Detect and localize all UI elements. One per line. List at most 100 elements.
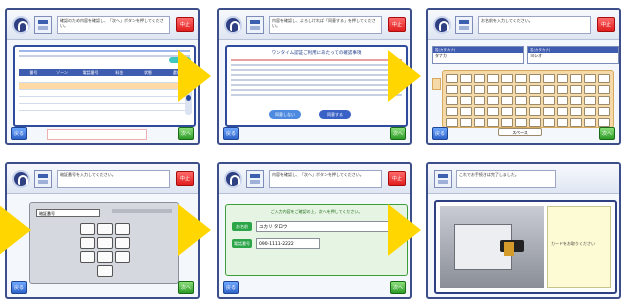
- key[interactable]: [487, 96, 500, 105]
- key[interactable]: [487, 74, 500, 83]
- key[interactable]: [542, 118, 555, 127]
- key[interactable]: [598, 118, 610, 127]
- first-name-field[interactable]: 名(カタカナ) ヨシオ: [527, 46, 619, 64]
- key[interactable]: [487, 107, 500, 116]
- key[interactable]: [584, 107, 597, 116]
- key-4[interactable]: [80, 237, 96, 249]
- key[interactable]: [515, 74, 527, 83]
- key[interactable]: [570, 85, 583, 94]
- key[interactable]: [584, 118, 597, 127]
- key[interactable]: [542, 107, 555, 116]
- key[interactable]: [528, 96, 541, 105]
- agree-button[interactable]: 同意する: [319, 110, 351, 119]
- key[interactable]: [528, 118, 541, 127]
- key[interactable]: [501, 74, 514, 83]
- back-button[interactable]: 戻る: [11, 281, 27, 294]
- cancel-button[interactable]: 中止: [388, 171, 406, 186]
- key[interactable]: [473, 118, 486, 127]
- key[interactable]: [446, 107, 458, 116]
- key[interactable]: [584, 74, 597, 83]
- data-table: 番号 ゾーン 電話番号 料金 状態 選択: [19, 69, 191, 115]
- key[interactable]: [556, 74, 569, 83]
- table-row[interactable]: [19, 76, 191, 83]
- key[interactable]: [598, 107, 610, 116]
- key[interactable]: [446, 118, 458, 127]
- key[interactable]: [542, 96, 555, 105]
- table-row[interactable]: [19, 83, 191, 90]
- key[interactable]: [459, 118, 472, 127]
- back-button[interactable]: 戻る: [223, 281, 239, 294]
- key-0[interactable]: [97, 265, 113, 277]
- next-button[interactable]: 次へ: [390, 127, 406, 140]
- instruction-note: カードをお取りください: [547, 206, 611, 288]
- key[interactable]: [459, 85, 472, 94]
- key[interactable]: [598, 74, 610, 83]
- key[interactable]: [570, 118, 583, 127]
- key[interactable]: [473, 107, 486, 116]
- key[interactable]: [473, 74, 486, 83]
- keyboard-tab[interactable]: [432, 78, 441, 90]
- next-button[interactable]: 次へ: [178, 281, 194, 294]
- key[interactable]: [446, 74, 458, 83]
- cancel-button[interactable]: 中止: [597, 17, 615, 32]
- key-1[interactable]: [80, 223, 96, 235]
- disagree-button[interactable]: 同意しない: [269, 110, 301, 119]
- key[interactable]: [515, 107, 527, 116]
- key[interactable]: [515, 96, 527, 105]
- key[interactable]: [556, 118, 569, 127]
- key[interactable]: [556, 85, 569, 94]
- key[interactable]: [473, 85, 486, 94]
- key[interactable]: [584, 96, 597, 105]
- table-row[interactable]: [19, 90, 191, 97]
- key[interactable]: [542, 85, 555, 94]
- header-text: これでお手続きは完了しました。: [456, 170, 556, 188]
- key-7[interactable]: [80, 251, 96, 263]
- key[interactable]: [556, 96, 569, 105]
- key-5[interactable]: [97, 237, 113, 249]
- key-9[interactable]: [114, 251, 130, 263]
- next-button[interactable]: 次へ: [390, 281, 406, 294]
- key-3[interactable]: [114, 223, 130, 235]
- key[interactable]: [459, 74, 472, 83]
- key[interactable]: [473, 96, 486, 105]
- key-2[interactable]: [97, 223, 113, 235]
- key[interactable]: [501, 85, 514, 94]
- back-button[interactable]: 戻る: [11, 127, 27, 140]
- key[interactable]: [459, 96, 472, 105]
- key[interactable]: [459, 107, 472, 116]
- pin-field[interactable]: 暗証番号: [36, 209, 100, 217]
- key[interactable]: [584, 85, 597, 94]
- key[interactable]: [598, 96, 610, 105]
- cancel-button[interactable]: 中止: [176, 171, 194, 186]
- key[interactable]: [501, 118, 514, 127]
- next-button[interactable]: 次へ: [599, 127, 615, 140]
- cancel-button[interactable]: 中止: [388, 17, 406, 32]
- cancel-button[interactable]: 中止: [176, 17, 194, 32]
- key[interactable]: [487, 85, 500, 94]
- key-6[interactable]: [114, 237, 130, 249]
- key[interactable]: [501, 96, 514, 105]
- table-row[interactable]: [19, 97, 191, 104]
- key-8[interactable]: [97, 251, 113, 263]
- key[interactable]: [570, 107, 583, 116]
- key[interactable]: [501, 107, 514, 116]
- last-name-field[interactable]: 姓(カタカナ) タナカ: [432, 46, 524, 64]
- key[interactable]: [528, 85, 541, 94]
- table-row[interactable]: [19, 104, 191, 111]
- back-button[interactable]: 戻る: [223, 127, 239, 140]
- key[interactable]: [570, 96, 583, 105]
- key[interactable]: [556, 107, 569, 116]
- key[interactable]: [542, 74, 555, 83]
- key[interactable]: [515, 118, 527, 127]
- back-button[interactable]: 戻る: [432, 127, 448, 140]
- space-key[interactable]: スペース: [498, 128, 542, 136]
- key[interactable]: [515, 85, 527, 94]
- key[interactable]: [446, 85, 458, 94]
- key[interactable]: [487, 118, 500, 127]
- key[interactable]: [570, 74, 583, 83]
- key[interactable]: [528, 74, 541, 83]
- key[interactable]: [528, 107, 541, 116]
- key[interactable]: [446, 96, 458, 105]
- next-button[interactable]: 次へ: [178, 127, 194, 140]
- key[interactable]: [598, 85, 610, 94]
